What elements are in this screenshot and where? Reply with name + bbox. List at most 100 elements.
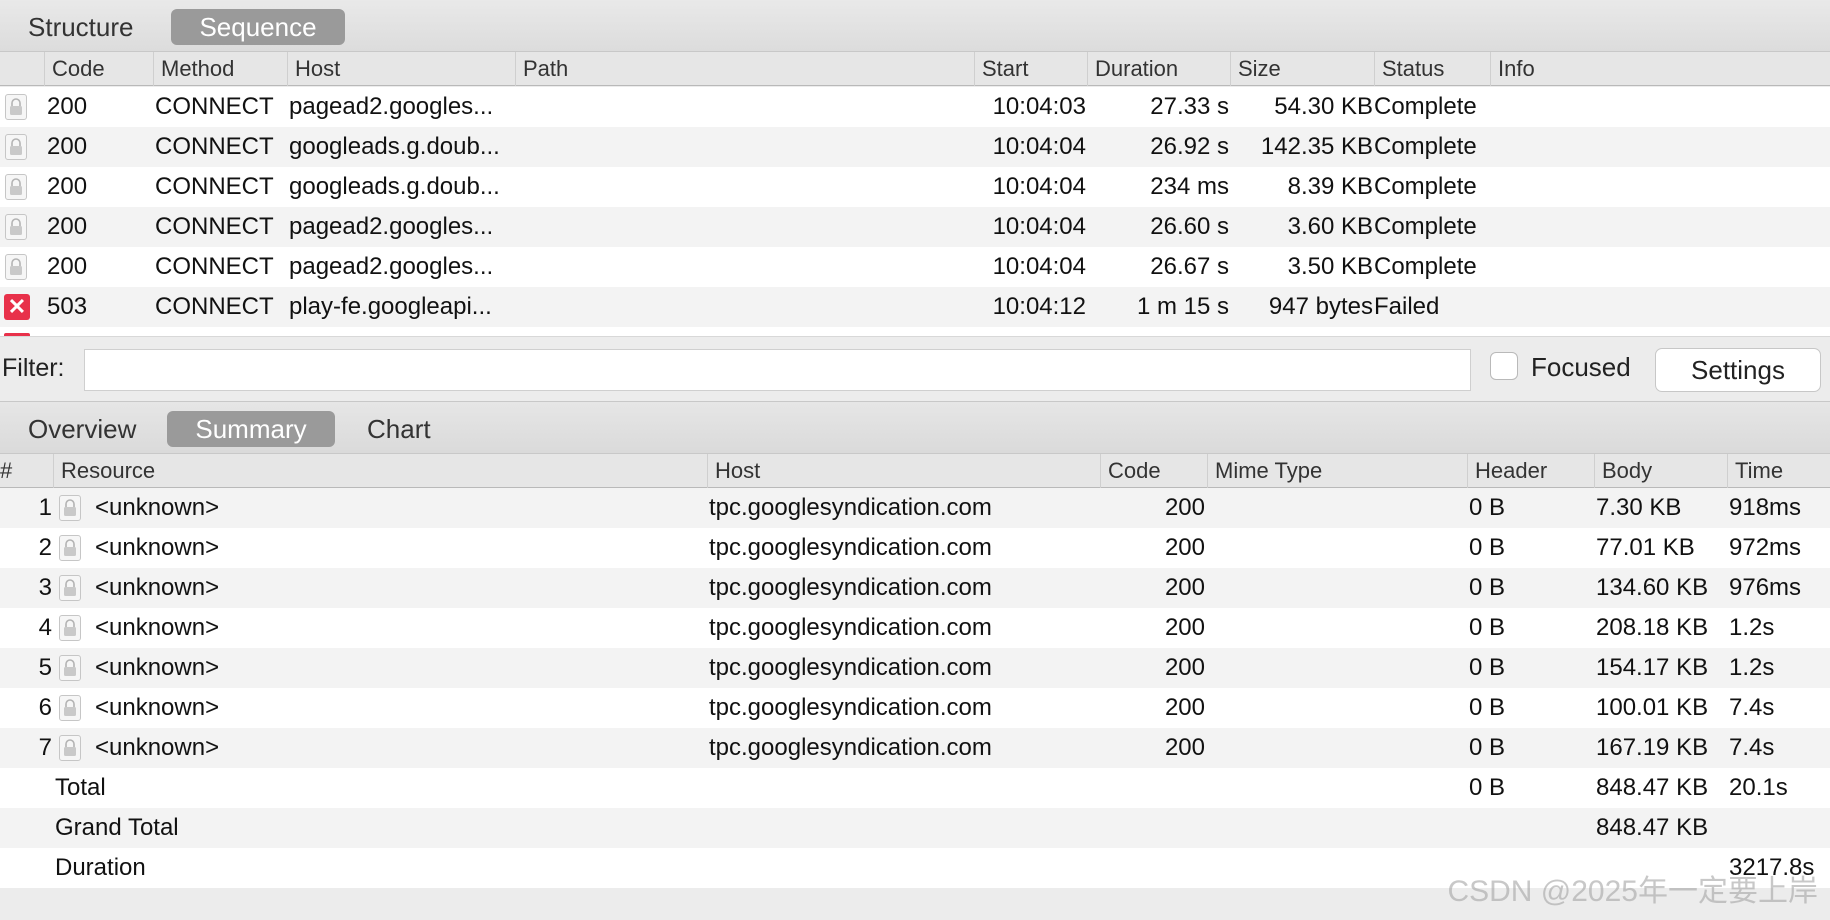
- size-cell: 8.39 KB: [1287, 173, 1373, 200]
- resource-cell: <unknown>: [95, 494, 220, 521]
- lock-icon: [59, 575, 81, 601]
- focused-label: Focused: [1531, 352, 1631, 382]
- col-method[interactable]: Method: [153, 52, 287, 86]
- watermark: CSDN @2025年一定要上岸: [1447, 875, 1818, 908]
- host-cell: tpc.googlesyndication.com: [709, 574, 992, 601]
- col-summary-code[interactable]: Code: [1100, 454, 1207, 488]
- lock-icon: [59, 535, 81, 561]
- tab-chart[interactable]: Chart: [339, 411, 459, 447]
- time-cell: 7.4s: [1729, 734, 1775, 761]
- settings-button[interactable]: Settings: [1655, 348, 1821, 392]
- resource-cell: <unknown>: [95, 654, 220, 681]
- method-cell: CONNECT: [155, 293, 274, 320]
- resource-cell: <unknown>: [95, 614, 220, 641]
- lock-icon: [5, 254, 27, 280]
- body-cell: 100.01 KB: [1596, 694, 1709, 721]
- summary-row[interactable]: 4 <unknown> tpc.googlesyndication.com 20…: [0, 608, 1830, 648]
- lock-icon: [59, 495, 81, 521]
- start-cell: 10:04:04: [992, 213, 1086, 240]
- summary-row[interactable]: 1 <unknown> tpc.googlesyndication.com 20…: [0, 488, 1830, 528]
- lock-icon: [5, 134, 27, 160]
- col-header[interactable]: Header: [1467, 454, 1594, 488]
- tab-overview[interactable]: Overview: [0, 411, 164, 447]
- duration-cell: 26.92 s: [1150, 133, 1229, 160]
- number-cell: 5: [38, 654, 52, 681]
- time-cell: 7.4s: [1729, 694, 1775, 721]
- duration-cell: 1 m 15 s: [1136, 293, 1229, 320]
- col-code[interactable]: Code: [44, 52, 153, 86]
- header-cell: 0 B: [1469, 494, 1506, 521]
- code-cell: 200: [1164, 614, 1205, 641]
- duration-cell: 26.60 s: [1150, 213, 1229, 240]
- summary-row[interactable]: 2 <unknown> tpc.googlesyndication.com 20…: [0, 528, 1830, 568]
- host-cell: tpc.googlesyndication.com: [709, 534, 992, 561]
- sequence-row[interactable]: 200 CONNECT googleads.g.doub... 10:04:04…: [0, 167, 1830, 207]
- summary-row[interactable]: 7 <unknown> tpc.googlesyndication.com 20…: [0, 728, 1830, 768]
- summary-row[interactable]: 3 <unknown> tpc.googlesyndication.com 20…: [0, 568, 1830, 608]
- col-info[interactable]: Info: [1490, 52, 1830, 86]
- body-cell: 134.60 KB: [1596, 574, 1709, 601]
- code-cell: 503: [47, 293, 88, 320]
- bottom-tab-bar: Overview Summary Chart: [0, 402, 1830, 454]
- lock-icon: [59, 615, 81, 641]
- tab-sequence[interactable]: Sequence: [171, 9, 345, 45]
- header-cell: 0 B: [1469, 614, 1506, 641]
- size-cell: 3.50 KB: [1287, 253, 1373, 280]
- body-cell: 154.17 KB: [1596, 654, 1709, 681]
- sequence-row[interactable]: 200 CONNECT pagead2.googles... 10:04:04 …: [0, 207, 1830, 247]
- method-cell: CONNECT: [155, 173, 274, 200]
- grand-total-body: 848.47 KB: [1596, 814, 1709, 841]
- code-cell: 200: [47, 213, 88, 240]
- start-cell: 10:04:04: [992, 173, 1086, 200]
- tab-structure[interactable]: Structure: [0, 9, 162, 45]
- lock-icon: [5, 174, 27, 200]
- col-size[interactable]: Size: [1230, 52, 1374, 86]
- status-cell: Complete: [1374, 93, 1477, 120]
- col-start[interactable]: Start: [974, 52, 1087, 86]
- method-cell: CONNECT: [155, 253, 274, 280]
- duration-label: Duration: [55, 854, 146, 881]
- lock-icon: [5, 94, 27, 120]
- grand-total-label: Grand Total: [55, 814, 179, 841]
- code-cell: 200: [47, 173, 88, 200]
- col-host[interactable]: Host: [287, 52, 515, 86]
- col-resource[interactable]: Resource: [53, 454, 707, 488]
- summary-row[interactable]: 6 <unknown> tpc.googlesyndication.com 20…: [0, 688, 1830, 728]
- col-number[interactable]: #: [0, 454, 53, 488]
- start-cell: 10:04:03: [992, 93, 1086, 120]
- host-cell: pagead2.googles...: [289, 213, 494, 240]
- code-cell: 200: [47, 93, 88, 120]
- col-status[interactable]: Status: [1374, 52, 1490, 86]
- number-cell: 1: [38, 494, 52, 521]
- col-summary-host[interactable]: Host: [707, 454, 1100, 488]
- host-cell: pagead2.googles...: [289, 93, 494, 120]
- host-cell: tpc.googlesyndication.com: [709, 694, 992, 721]
- sequence-row[interactable]: ✕ 503 CONNECT play-fe.googleapi... 10:04…: [0, 287, 1830, 327]
- time-cell: 976ms: [1729, 574, 1802, 601]
- filter-input[interactable]: [84, 349, 1471, 391]
- tab-summary[interactable]: Summary: [167, 411, 335, 447]
- time-cell: 1.2s: [1729, 614, 1775, 641]
- host-cell: googleads.g.doub...: [289, 133, 500, 160]
- col-body[interactable]: Body: [1594, 454, 1727, 488]
- col-time[interactable]: Time: [1727, 454, 1830, 488]
- code-cell: 200: [1164, 734, 1205, 761]
- duration-cell: 234 ms: [1150, 173, 1229, 200]
- header-cell: 0 B: [1469, 734, 1506, 761]
- host-cell: tpc.googlesyndication.com: [709, 614, 992, 641]
- sequence-row[interactable]: 200 CONNECT pagead2.googles... 10:04:03 …: [0, 87, 1830, 127]
- summary-row[interactable]: 5 <unknown> tpc.googlesyndication.com 20…: [0, 648, 1830, 688]
- col-mime-type[interactable]: Mime Type: [1207, 454, 1467, 488]
- number-cell: 3: [38, 574, 52, 601]
- focused-checkbox[interactable]: [1490, 352, 1518, 380]
- duration-cell: 26.67 s: [1150, 253, 1229, 280]
- sequence-row[interactable]: 200 CONNECT googleads.g.doub... 10:04:04…: [0, 127, 1830, 167]
- grand-total-row: Grand Total 848.47 KB: [0, 808, 1830, 848]
- sequence-row[interactable]: 200 CONNECT pagead2.googles... 10:04:04 …: [0, 247, 1830, 287]
- status-cell: Complete: [1374, 173, 1477, 200]
- size-cell: 142.35 KB: [1260, 133, 1373, 160]
- col-path[interactable]: Path: [515, 52, 974, 86]
- resource-cell: <unknown>: [95, 734, 220, 761]
- col-duration[interactable]: Duration: [1087, 52, 1230, 86]
- number-cell: 7: [38, 734, 52, 761]
